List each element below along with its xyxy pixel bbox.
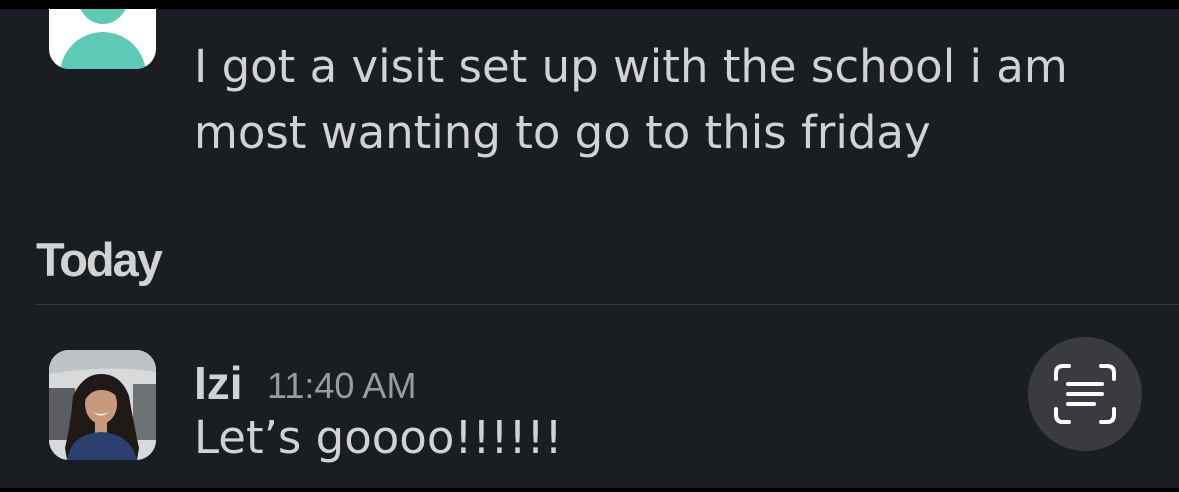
sender-name[interactable]: Izi	[194, 356, 243, 410]
previous-message-line-1: I got a visit set up with the school i a…	[194, 40, 1068, 93]
scan-text-icon	[1054, 364, 1116, 424]
previous-message-text[interactable]: I got a visit set up with the school i a…	[194, 34, 1068, 166]
day-divider-line	[36, 304, 1179, 305]
scan-text-button[interactable]	[1028, 337, 1142, 451]
default-avatar-icon[interactable]	[49, 0, 156, 69]
avatar-shoulders-shape	[60, 32, 146, 69]
avatar-photo-image	[49, 350, 156, 460]
previous-message-line-2: most wanting to go to this friday	[194, 106, 931, 159]
bottom-edge	[0, 488, 1179, 492]
day-divider-label: Today	[36, 233, 163, 286]
latest-message-text[interactable]: Let’s goooo!!!!!!	[194, 405, 563, 471]
status-bar-edge-overlay	[0, 0, 1179, 9]
message-timestamp: 11:40 AM	[267, 365, 417, 406]
sender-avatar[interactable]	[49, 350, 156, 460]
